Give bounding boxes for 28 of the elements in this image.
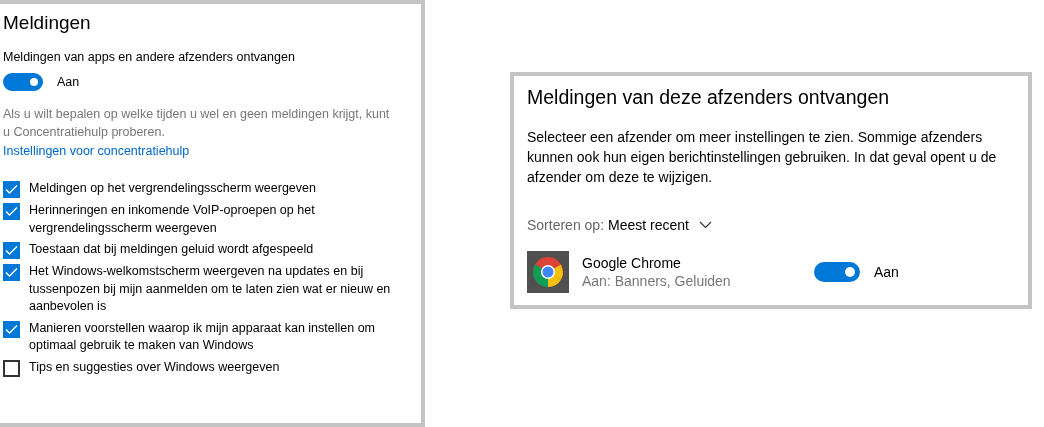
checkbox-label: Meldingen op het vergrendelingsscherm weergeven	[29, 180, 316, 197]
checkbox[interactable]	[3, 264, 20, 281]
section-title: Meldingen	[3, 12, 92, 34]
checkbox[interactable]	[3, 359, 20, 377]
sort-dropdown[interactable]: Meest recent	[608, 217, 712, 233]
toggle-state: Aan	[57, 75, 80, 89]
app-name: Google Chrome	[582, 255, 682, 271]
description-text: Selecteer een afzender om meer instellingen te zien. Sommige afzenders kunnen ook hun eigen berichtinstellingen gebruiken. In dat geval opent u de afzender om deze te wijzigen.	[527, 128, 998, 187]
toggle-state: Aan	[874, 264, 899, 280]
chevron-down-icon[interactable]	[699, 221, 712, 229]
hint-text: Als u wilt bepalen op welke tijden u wel en geen meldingen krijgt, kunt u Concentratiehulp proberen.	[3, 106, 391, 141]
checkbox-label: Toestaan dat bij meldingen geluid wordt afgespeeld	[29, 241, 314, 258]
checkbox-label: Tips en suggesties over Windows weergeven	[29, 358, 280, 376]
checkbox[interactable]	[3, 203, 20, 220]
browser-app-icon[interactable]	[527, 251, 569, 293]
toggle-switch[interactable]	[3, 73, 43, 91]
checkbox[interactable]	[3, 181, 20, 198]
checkbox[interactable]	[3, 242, 20, 259]
app-detail: Aan: Banners, Geluiden	[582, 273, 732, 289]
checkbox-label: Manieren voorstellen waarop ik mijn apparaat kan instellen om optimaal gebruik te maken van Windows	[29, 319, 376, 354]
checkbox-label: Herinneringen en inkomende VoIP-oproepen op het vergrendelingsscherm weergeven	[29, 202, 316, 237]
section-title: Meldingen van deze afzenders ontvangen	[527, 86, 891, 109]
focus-assist-link[interactable]: Instellingen voor concentratiehulp	[3, 142, 190, 160]
checkbox[interactable]	[3, 320, 20, 338]
checkbox-label: Het Windows-welkomstscherm weergeven na updates en bij tussenpozen bij mijn aanmelden om te laten zien wat er nieuw en aanbevolen is	[29, 263, 392, 315]
toggle-switch[interactable]	[814, 262, 860, 282]
setting-label: Meldingen van apps en andere afzenders ontvangen	[3, 50, 296, 64]
sort-label: Sorteren op:	[527, 217, 605, 233]
